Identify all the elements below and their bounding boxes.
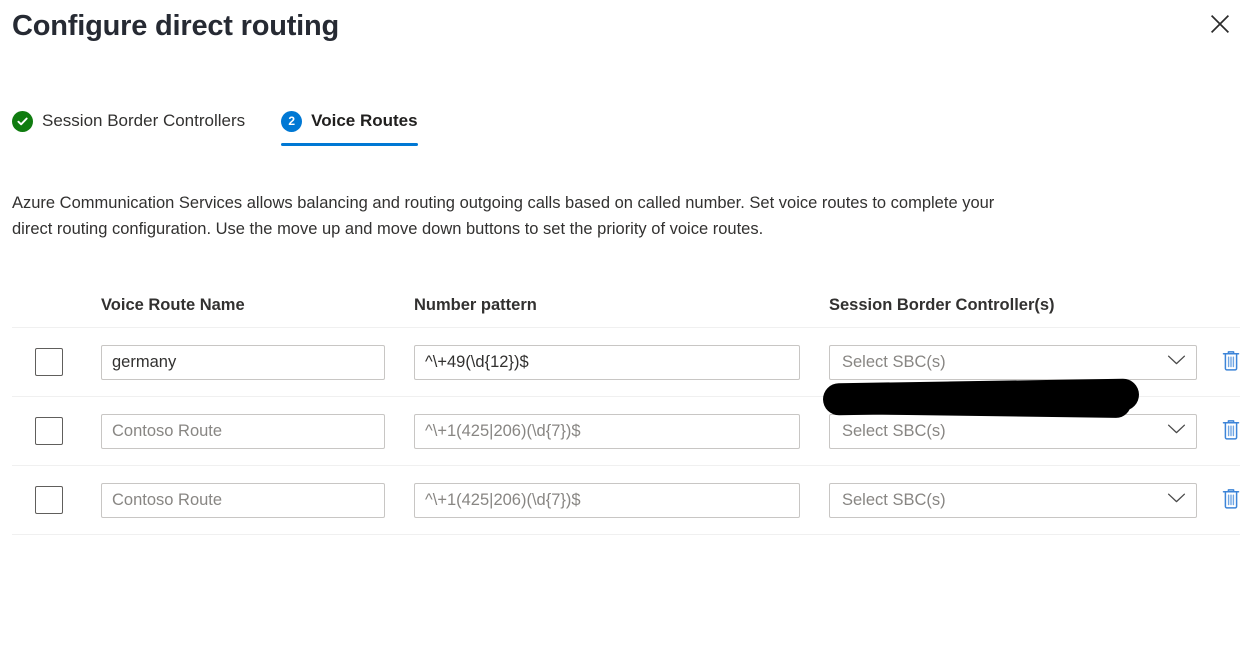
chevron-down-icon bbox=[1167, 422, 1186, 440]
row-select-cell bbox=[12, 486, 101, 514]
row-sbc-cell: Select SBC(s) bbox=[829, 413, 1243, 449]
voice-route-name-input[interactable]: Contoso Route bbox=[101, 482, 385, 518]
table-header-voice-route-name: Voice Route Name bbox=[101, 296, 245, 314]
close-icon bbox=[1209, 13, 1231, 35]
delete-voice-route-button[interactable] bbox=[1219, 348, 1243, 376]
table-row: germany ^\+49(\d{12})$ Select SBC(s) bbox=[12, 328, 1240, 397]
delete-voice-route-button[interactable] bbox=[1219, 486, 1243, 514]
row-sbc-cell: Select SBC(s) bbox=[829, 482, 1243, 518]
trash-icon bbox=[1221, 349, 1241, 375]
chevron-down-icon bbox=[1167, 491, 1186, 509]
table-header-number-pattern: Number pattern bbox=[414, 296, 537, 314]
tab-voice-routes[interactable]: 2 Voice Routes bbox=[281, 110, 419, 146]
voice-routes-table: Voice Route Name Number pattern Session … bbox=[0, 276, 1252, 535]
row-checkbox[interactable] bbox=[35, 486, 63, 514]
row-pattern-cell: ^\+1(425|206)(\d{7})$ bbox=[414, 413, 829, 449]
tab-session-border-controllers[interactable]: Session Border Controllers bbox=[12, 110, 245, 146]
trash-icon bbox=[1221, 418, 1241, 444]
voice-route-name-input[interactable]: germany bbox=[101, 344, 385, 380]
table-header-row: Voice Route Name Number pattern Session … bbox=[12, 276, 1240, 328]
page-title: Configure direct routing bbox=[12, 10, 340, 42]
number-pattern-input[interactable]: ^\+1(425|206)(\d{7})$ bbox=[414, 413, 800, 449]
number-pattern-input[interactable]: ^\+1(425|206)(\d{7})$ bbox=[414, 482, 800, 518]
panel-header: Configure direct routing bbox=[0, 0, 1252, 44]
trash-icon bbox=[1221, 487, 1241, 513]
check-circle-icon bbox=[12, 110, 33, 132]
row-checkbox[interactable] bbox=[35, 348, 63, 376]
step-number-icon: 2 bbox=[281, 110, 303, 132]
sbc-select-dropdown[interactable]: Select SBC(s) bbox=[829, 482, 1197, 518]
table-row: Contoso Route ^\+1(425|206)(\d{7})$ Sele… bbox=[12, 397, 1240, 466]
tab-label-session-border-controllers: Session Border Controllers bbox=[42, 111, 246, 130]
voice-route-name-input[interactable]: Contoso Route bbox=[101, 413, 385, 449]
row-name-cell: Contoso Route bbox=[101, 413, 414, 449]
delete-voice-route-button[interactable] bbox=[1219, 417, 1243, 445]
tab-label-voice-routes: Voice Routes bbox=[311, 111, 418, 130]
row-select-cell bbox=[12, 348, 101, 376]
row-select-cell bbox=[12, 417, 101, 445]
sbc-select-dropdown[interactable]: Select SBC(s) bbox=[829, 344, 1197, 380]
close-button[interactable] bbox=[1204, 8, 1236, 40]
row-name-cell: germany bbox=[101, 344, 414, 380]
row-sbc-cell: Select SBC(s) bbox=[829, 344, 1243, 380]
number-pattern-input[interactable]: ^\+49(\d{12})$ bbox=[414, 344, 800, 380]
row-pattern-cell: ^\+49(\d{12})$ bbox=[414, 344, 829, 380]
row-checkbox[interactable] bbox=[35, 417, 63, 445]
row-pattern-cell: ^\+1(425|206)(\d{7})$ bbox=[414, 482, 829, 518]
sbc-select-dropdown[interactable]: Select SBC(s) bbox=[829, 413, 1197, 449]
table-header-session-border-controllers: Session Border Controller(s) bbox=[829, 296, 1055, 314]
sbc-select-value: Select SBC(s) bbox=[842, 353, 946, 371]
panel-description: Azure Communication Services allows bala… bbox=[12, 194, 995, 238]
chevron-down-icon bbox=[1167, 353, 1186, 371]
sbc-select-value: Select SBC(s) bbox=[842, 491, 946, 509]
sbc-select-value: Select SBC(s) bbox=[842, 422, 946, 440]
table-row: Contoso Route ^\+1(425|206)(\d{7})$ Sele… bbox=[12, 466, 1240, 535]
wizard-tabs: Session Border Controllers 2 Voice Route… bbox=[0, 110, 1252, 146]
row-name-cell: Contoso Route bbox=[101, 482, 414, 518]
